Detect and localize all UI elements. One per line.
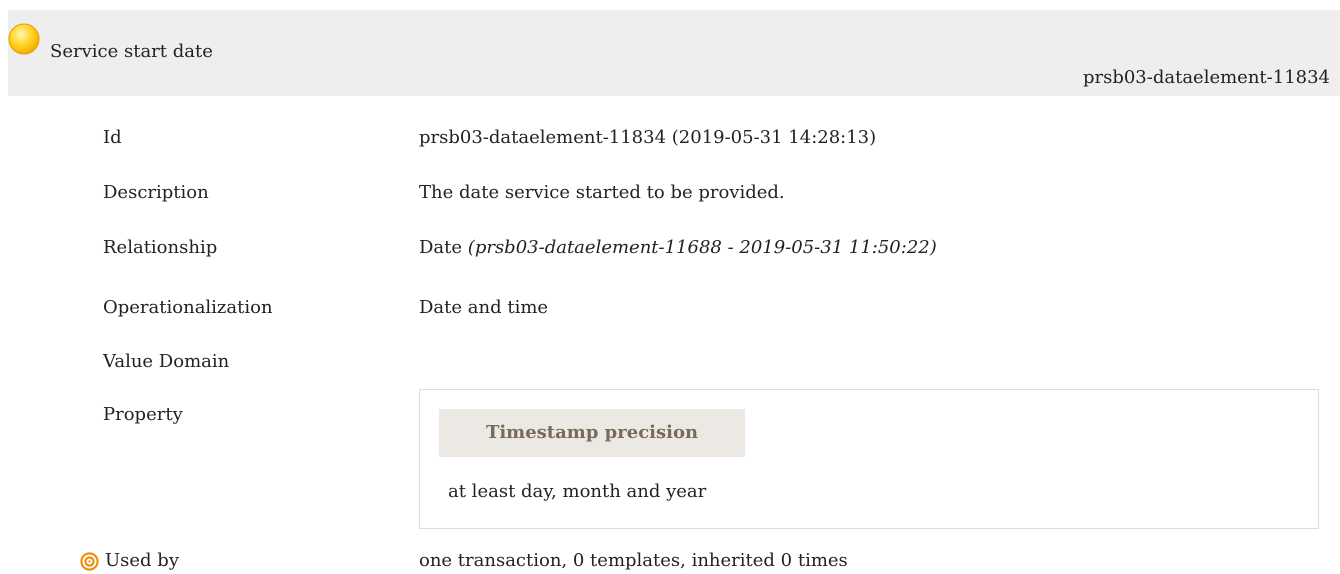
relationship-detail: (prsb03-dataelement-11688 - 2019-05-31 1… bbox=[467, 237, 937, 258]
description-label: Description bbox=[103, 182, 209, 203]
element-id: prsb03-dataelement-11834 bbox=[1082, 67, 1330, 88]
description-value: The date service started to be provided. bbox=[419, 182, 785, 203]
operationalization-label: Operationalization bbox=[103, 297, 273, 318]
relationship-value: Date (prsb03-dataelement-11688 - 2019-05… bbox=[419, 236, 937, 260]
relationship-label: Relationship bbox=[103, 237, 218, 258]
relationship-target: Date bbox=[419, 237, 463, 258]
used-by-value: one transaction, 0 templates, inherited … bbox=[419, 550, 848, 571]
property-heading: Timestamp precision bbox=[439, 409, 745, 457]
id-value: prsb03-dataelement-11834 (2019-05-31 14:… bbox=[419, 127, 877, 148]
id-label: Id bbox=[103, 127, 122, 148]
used-by-label: Used by bbox=[105, 550, 179, 571]
page-title: Service start date bbox=[50, 41, 213, 62]
property-label: Property bbox=[103, 404, 183, 425]
value-domain-label: Value Domain bbox=[103, 351, 230, 372]
property-box: Timestamp precision at least day, month … bbox=[419, 389, 1319, 529]
target-icon bbox=[80, 552, 99, 571]
header-bar: Service start date prsb03-dataelement-11… bbox=[8, 10, 1340, 96]
property-value: at least day, month and year bbox=[448, 481, 707, 502]
yellow-circle-icon bbox=[8, 23, 40, 55]
operationalization-value: Date and time bbox=[419, 297, 549, 318]
